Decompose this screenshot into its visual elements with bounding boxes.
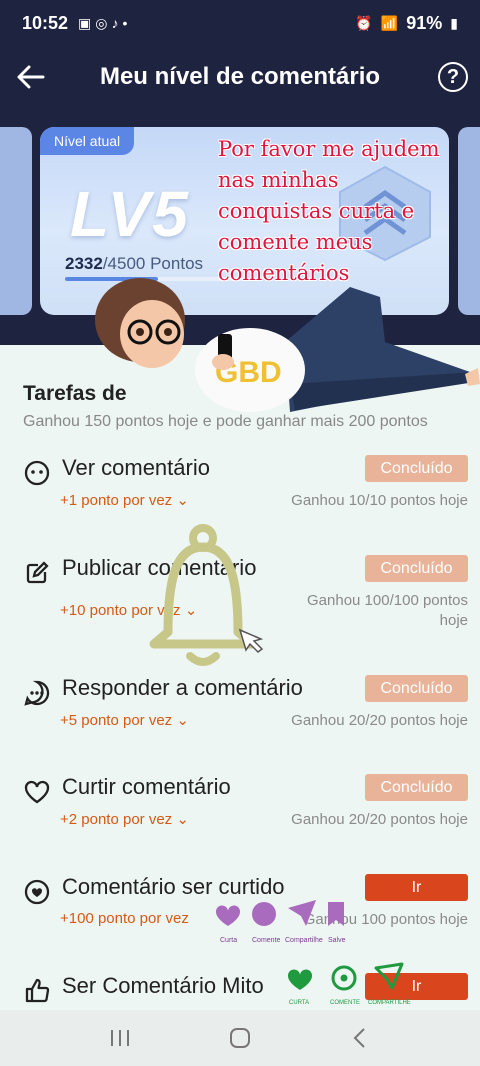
task-status-button[interactable]: Concluído <box>365 675 468 702</box>
task-earned: Ganhou 20/20 pontos hoje <box>291 811 468 828</box>
back-arrow-icon[interactable] <box>14 60 48 94</box>
signal-icon: 📶 <box>380 14 399 31</box>
level-number: LV5 <box>70 178 190 250</box>
edit-icon <box>26 561 49 584</box>
help-icon[interactable]: ? <box>438 62 468 92</box>
task-name: Responder a comentário <box>62 675 303 700</box>
chat-dots-icon <box>24 680 50 706</box>
sticker-label: Salve <box>328 937 346 944</box>
task-points: +1 ponto por vez <box>60 492 173 509</box>
chevron-down-icon: ⌄ <box>176 712 189 729</box>
overlay-caption: Por favor me ajudem nas minhas conquista… <box>218 134 480 289</box>
level-points: 2332/4500 Pontos <box>65 254 203 274</box>
chevron-down-icon: ⌄ <box>176 811 189 828</box>
chevron-down-icon: ⌄ <box>176 492 189 509</box>
task-points: +5 ponto por vez <box>60 712 173 729</box>
avatar-sticker: GBD <box>95 278 480 412</box>
current-level-badge: Nível atual <box>40 127 135 155</box>
heart-icon <box>24 780 50 804</box>
task-points-dropdown[interactable]: +1 ponto por vez ⌄ <box>60 491 189 509</box>
comment-icon <box>24 460 50 486</box>
sticker-label: CURTA <box>289 1000 309 1006</box>
thumbs-up-icon <box>25 978 50 1003</box>
overlay-line: nas minhas <box>218 168 339 192</box>
task-status-button[interactable]: Concluído <box>365 774 468 801</box>
previous-level-card[interactable] <box>0 127 32 315</box>
app-header: Meu nível de comentário ? <box>0 46 480 108</box>
task-go-button[interactable]: Ir <box>365 874 468 901</box>
points-total: /4500 Pontos <box>102 254 204 273</box>
task-points-dropdown[interactable]: +2 ponto por vez ⌄ <box>60 810 189 828</box>
task-earned: Ganhou 20/20 pontos hoje <box>291 712 468 729</box>
system-back-icon <box>353 1028 365 1048</box>
like-comment-share-save-sticker: Curta Comente Compartilhe Salve <box>215 900 346 944</box>
task-status-button[interactable]: Concluído <box>365 455 468 482</box>
task-name: Ser Comentário Mito <box>62 973 264 998</box>
notification-icons: ▣◎♪• <box>78 14 132 31</box>
status-bar: 10:52 ▣◎♪• ⏰ 📶 91% ▮ <box>0 0 480 46</box>
sticker-label: Comente <box>252 937 281 944</box>
battery-level: 91% <box>406 12 443 33</box>
overlay-line: Por favor me ajudem <box>218 137 440 161</box>
task-points-dropdown[interactable]: +100 ponto por vez <box>60 910 189 927</box>
task-points: +100 ponto por vez <box>60 910 189 927</box>
sticker-label: COMPARTILHE <box>368 1000 411 1006</box>
alarm-icon: ⏰ <box>355 14 373 31</box>
recent-apps-icon <box>111 1030 129 1046</box>
overlay-line: conquistas curta e <box>218 199 415 223</box>
bell-icon <box>149 524 264 666</box>
task-name: Ver comentário <box>62 455 210 480</box>
home-icon <box>230 1028 250 1048</box>
system-back-button[interactable] <box>340 1023 380 1053</box>
sticker-label: COMENTE <box>330 1000 360 1006</box>
battery-icon: ▮ <box>450 14 458 31</box>
like-comment-share-sticker: CURTA COMENTE COMPARTILHE <box>287 962 411 1006</box>
sticker-label: Compartilhe <box>285 937 323 944</box>
task-earned: Ganhou 10/10 pontos hoje <box>291 492 468 509</box>
points-current: 2332 <box>65 254 103 273</box>
home-button[interactable] <box>220 1023 260 1053</box>
status-time: 10:52 <box>22 12 69 33</box>
task-points: +2 ponto por vez <box>60 811 173 828</box>
task-status-button[interactable]: Concluído <box>365 555 468 582</box>
page-title: Meu nível de comentário <box>99 63 381 90</box>
heart-circle-icon <box>24 879 50 905</box>
task-name: Comentário ser curtido <box>62 874 285 899</box>
system-navigation-bar <box>0 1010 480 1066</box>
overlay-line: comente meus <box>218 230 373 254</box>
task-points-dropdown[interactable]: +5 ponto por vez ⌄ <box>60 711 189 729</box>
task-name: Curtir comentário <box>62 774 231 799</box>
sticker-label: Curta <box>220 937 237 944</box>
recent-apps-button[interactable] <box>100 1023 140 1053</box>
task-earned: Ganhou 100/100 pontos hoje <box>307 592 468 629</box>
